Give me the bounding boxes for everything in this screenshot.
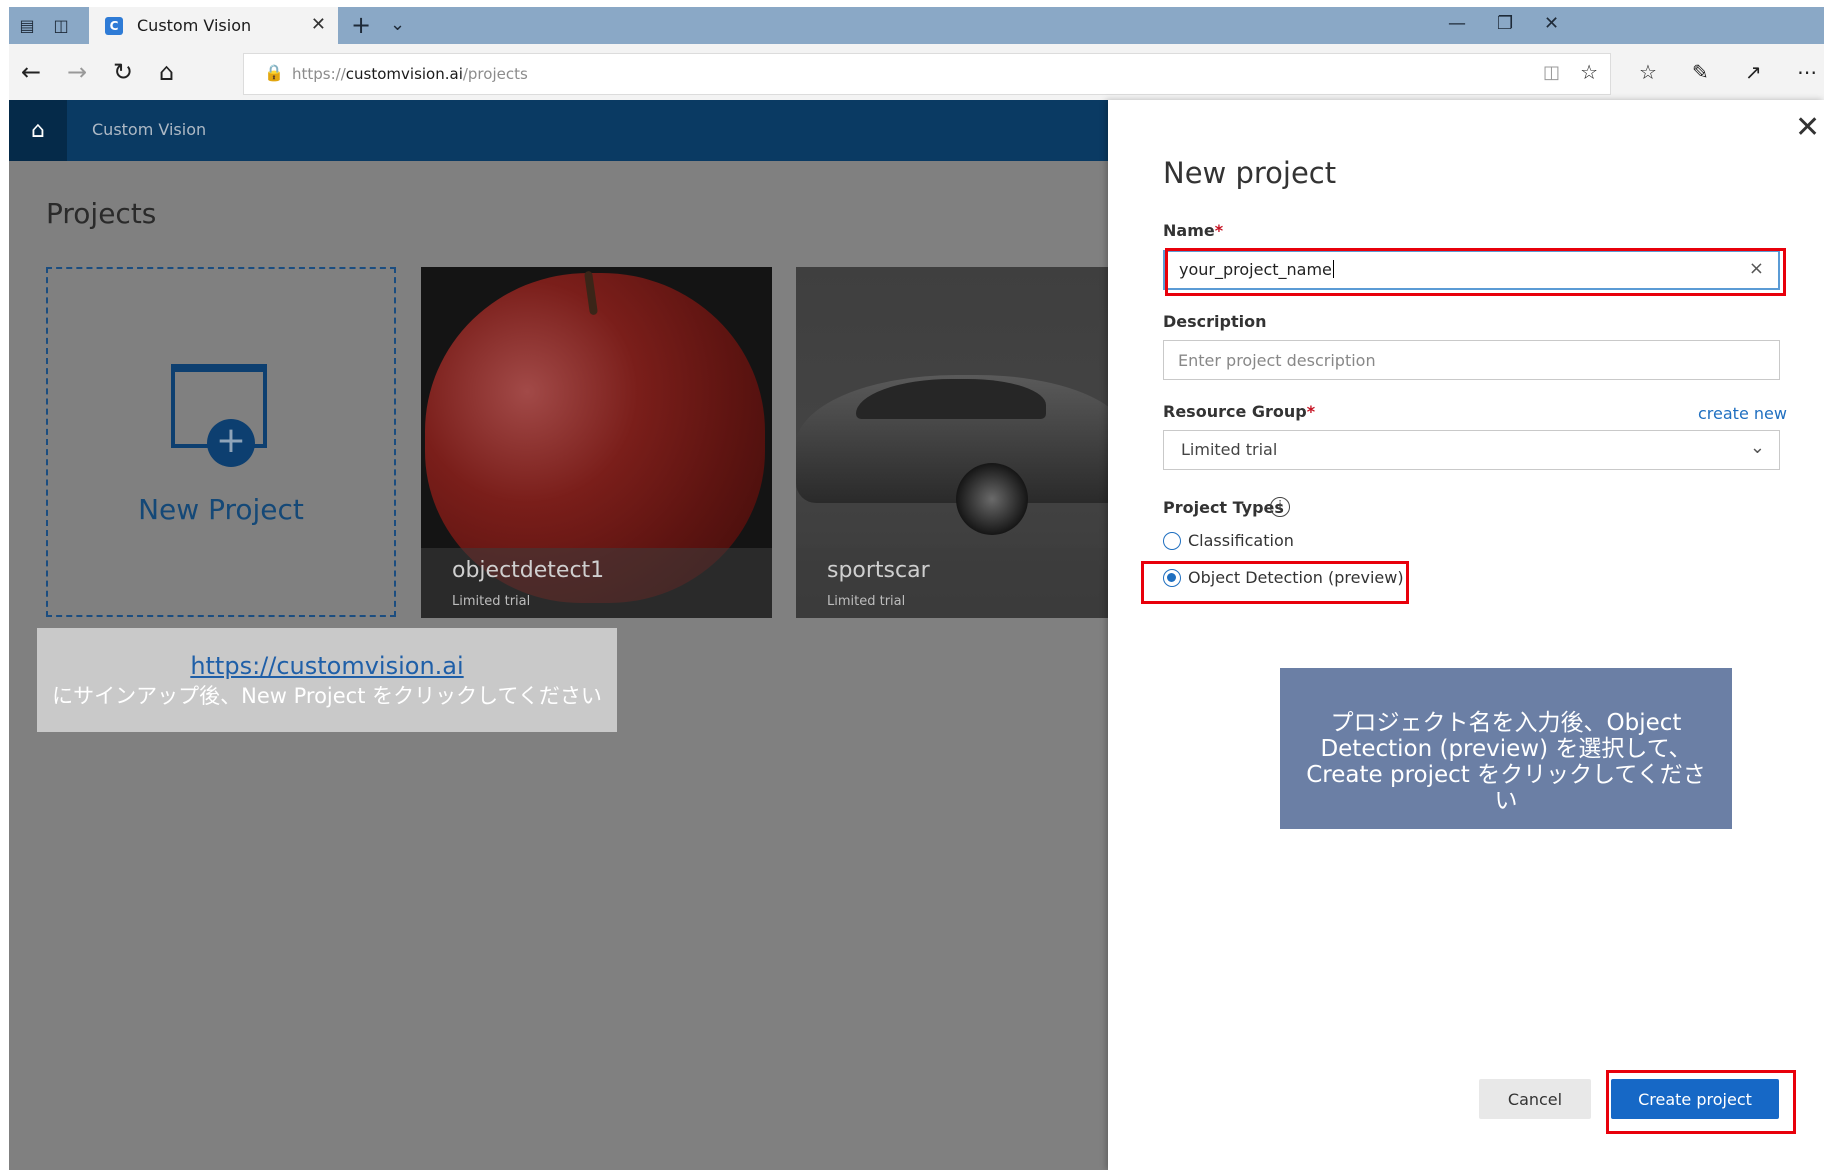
- card-title: sportscar: [827, 558, 930, 583]
- description-input[interactable]: [1178, 341, 1758, 379]
- restore-icon[interactable]: ❐: [1497, 13, 1513, 34]
- home-icon[interactable]: ⌂: [9, 100, 67, 161]
- instruction-note-left: https://customvision.ai にサインアップ後、New Pro…: [37, 628, 617, 732]
- project-card-sportscar[interactable]: sportscar Limited trial: [796, 267, 1108, 618]
- customvision-link[interactable]: https://customvision.ai: [37, 652, 617, 680]
- panel-title: New project: [1163, 156, 1337, 190]
- card-subtitle: Limited trial: [827, 594, 906, 609]
- tabs-aside-icon[interactable]: ◫: [51, 16, 71, 36]
- app-brand[interactable]: Custom Vision: [92, 120, 206, 139]
- set-tabs-aside-icon[interactable]: ▤: [17, 16, 37, 36]
- project-card-objectdetect1[interactable]: objectdetect1 Limited trial: [421, 267, 772, 618]
- browser-tab[interactable]: C Custom Vision ✕: [89, 7, 338, 44]
- plus-icon: +: [207, 419, 255, 467]
- object-detection-highlight-box: [1141, 561, 1409, 604]
- chevron-down-icon[interactable]: ⌄: [390, 14, 405, 35]
- instruction-line: Create project をクリックしてください: [1306, 762, 1706, 814]
- resource-group-value: Limited trial: [1181, 440, 1278, 459]
- share-icon[interactable]: ↗: [1745, 58, 1762, 86]
- browser-nav-bar: ← → ↻ ⌂ 🔒 https://customvision.ai/projec…: [9, 44, 1824, 100]
- info-icon[interactable]: i: [1270, 497, 1290, 517]
- name-label: Name*: [1163, 221, 1224, 240]
- app-header: ⌂ Custom Vision: [9, 100, 1108, 161]
- browser-title-bar: ▤ ◫ C Custom Vision ✕ + ⌄ — ❐ ✕: [9, 7, 1824, 44]
- pen-icon[interactable]: ✎: [1692, 58, 1709, 86]
- card-subtitle: Limited trial: [452, 594, 531, 609]
- new-tab-icon[interactable]: +: [351, 11, 371, 39]
- address-bar[interactable]: 🔒 https://customvision.ai/projects ◫ ☆: [243, 53, 1611, 95]
- new-project-label: New Project: [138, 493, 304, 526]
- close-tab-icon[interactable]: ✕: [311, 14, 326, 35]
- close-icon[interactable]: ✕: [1795, 113, 1820, 143]
- description-field: [1163, 340, 1780, 380]
- custom-vision-favicon-icon: C: [105, 17, 123, 35]
- instruction-note-right: プロジェクト名を入力後、Object Detection (preview) を…: [1280, 668, 1732, 829]
- card-title: objectdetect1: [452, 558, 605, 583]
- page-title: Projects: [46, 197, 157, 230]
- lock-icon: 🔒: [264, 63, 284, 82]
- url-text: https://customvision.ai/projects: [292, 65, 528, 83]
- create-new-link[interactable]: create new: [1698, 404, 1787, 423]
- favorite-star-icon[interactable]: ☆: [1580, 60, 1598, 84]
- instruction-text: にサインアップ後、New Project をクリックしてください: [52, 684, 602, 708]
- radio-unchecked-icon[interactable]: [1163, 532, 1181, 550]
- radio-label: Classification: [1188, 531, 1294, 550]
- project-types-label: Project Types: [1163, 498, 1284, 517]
- forward-arrow-icon[interactable]: →: [67, 58, 87, 86]
- close-window-icon[interactable]: ✕: [1544, 13, 1559, 34]
- back-arrow-icon[interactable]: ←: [21, 58, 41, 86]
- chevron-down-icon: ⌄: [1749, 437, 1765, 458]
- reading-view-icon[interactable]: ◫: [1543, 62, 1560, 83]
- more-icon[interactable]: ⋯: [1797, 58, 1817, 86]
- name-highlight-box: [1165, 248, 1786, 296]
- new-project-panel: ✕ New project Name* your_project_name × …: [1108, 100, 1824, 1170]
- card-footer: objectdetect1 Limited trial: [421, 548, 772, 618]
- home-icon[interactable]: ⌂: [159, 58, 174, 86]
- instruction-line: プロジェクト名を入力後、Object: [1330, 710, 1682, 736]
- description-label: Description: [1163, 312, 1267, 331]
- resource-group-label: Resource Group*: [1163, 402, 1316, 421]
- cancel-button[interactable]: Cancel: [1479, 1079, 1591, 1119]
- refresh-icon[interactable]: ↻: [113, 58, 133, 86]
- tab-title: Custom Vision: [137, 16, 252, 35]
- resource-group-select[interactable]: Limited trial ⌄: [1163, 430, 1780, 470]
- favorites-list-icon[interactable]: ☆: [1639, 58, 1657, 86]
- card-footer: sportscar Limited trial: [796, 548, 1108, 618]
- new-project-card[interactable]: + New Project: [46, 267, 396, 617]
- minimize-icon[interactable]: —: [1448, 13, 1466, 34]
- instruction-line: Detection (preview) を選択して、: [1320, 736, 1692, 762]
- create-highlight-box: [1606, 1070, 1796, 1134]
